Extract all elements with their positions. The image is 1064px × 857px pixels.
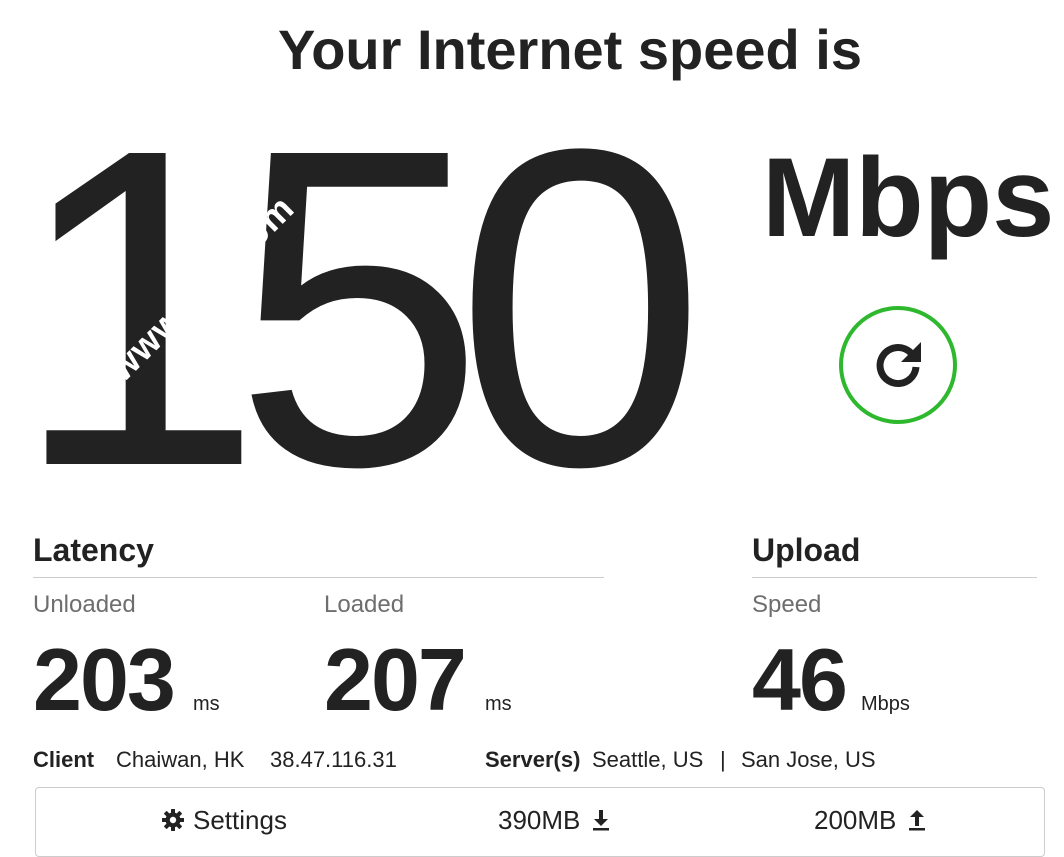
loaded-label: Loaded xyxy=(324,591,405,618)
download-icon xyxy=(592,809,610,831)
unloaded-latency-value: 203 xyxy=(33,630,176,729)
upload-title: Upload xyxy=(752,532,861,568)
upload-speed-unit: Mbps xyxy=(861,693,910,715)
download-size: 390MB xyxy=(498,805,581,835)
upload-size-item: 200MB xyxy=(814,804,926,836)
server-primary: Seattle, US xyxy=(592,747,704,772)
refresh-icon xyxy=(869,336,927,394)
download-size-item: 390MB xyxy=(498,804,610,836)
upload-speed-value: 46 xyxy=(752,630,848,729)
client-ip: 38.47.116.31 xyxy=(270,747,397,772)
client-location: Chaiwan, HK xyxy=(116,747,245,772)
loaded-latency-unit: ms xyxy=(485,693,512,715)
server-separator: | xyxy=(720,747,726,772)
upload-speed-label: Speed xyxy=(752,591,822,618)
settings-button[interactable]: Settings xyxy=(161,804,287,836)
loaded-latency-value: 207 xyxy=(324,630,467,729)
upload-size: 200MB xyxy=(814,805,897,835)
refresh-button[interactable] xyxy=(839,306,957,424)
unloaded-latency-unit: ms xyxy=(193,693,220,715)
servers-label: Server(s) xyxy=(485,747,581,772)
upload-divider xyxy=(752,577,1037,578)
gear-icon xyxy=(161,808,185,832)
server-secondary: San Jose, US xyxy=(741,747,876,772)
client-label: Client xyxy=(33,747,95,772)
upload-icon xyxy=(908,809,926,831)
latency-divider xyxy=(33,577,604,578)
settings-label: Settings xyxy=(193,805,287,835)
download-speed-unit: Mbps xyxy=(762,135,1055,260)
download-speed-value: 150 xyxy=(12,55,706,560)
unloaded-label: Unloaded xyxy=(33,591,136,618)
latency-title: Latency xyxy=(33,532,154,568)
